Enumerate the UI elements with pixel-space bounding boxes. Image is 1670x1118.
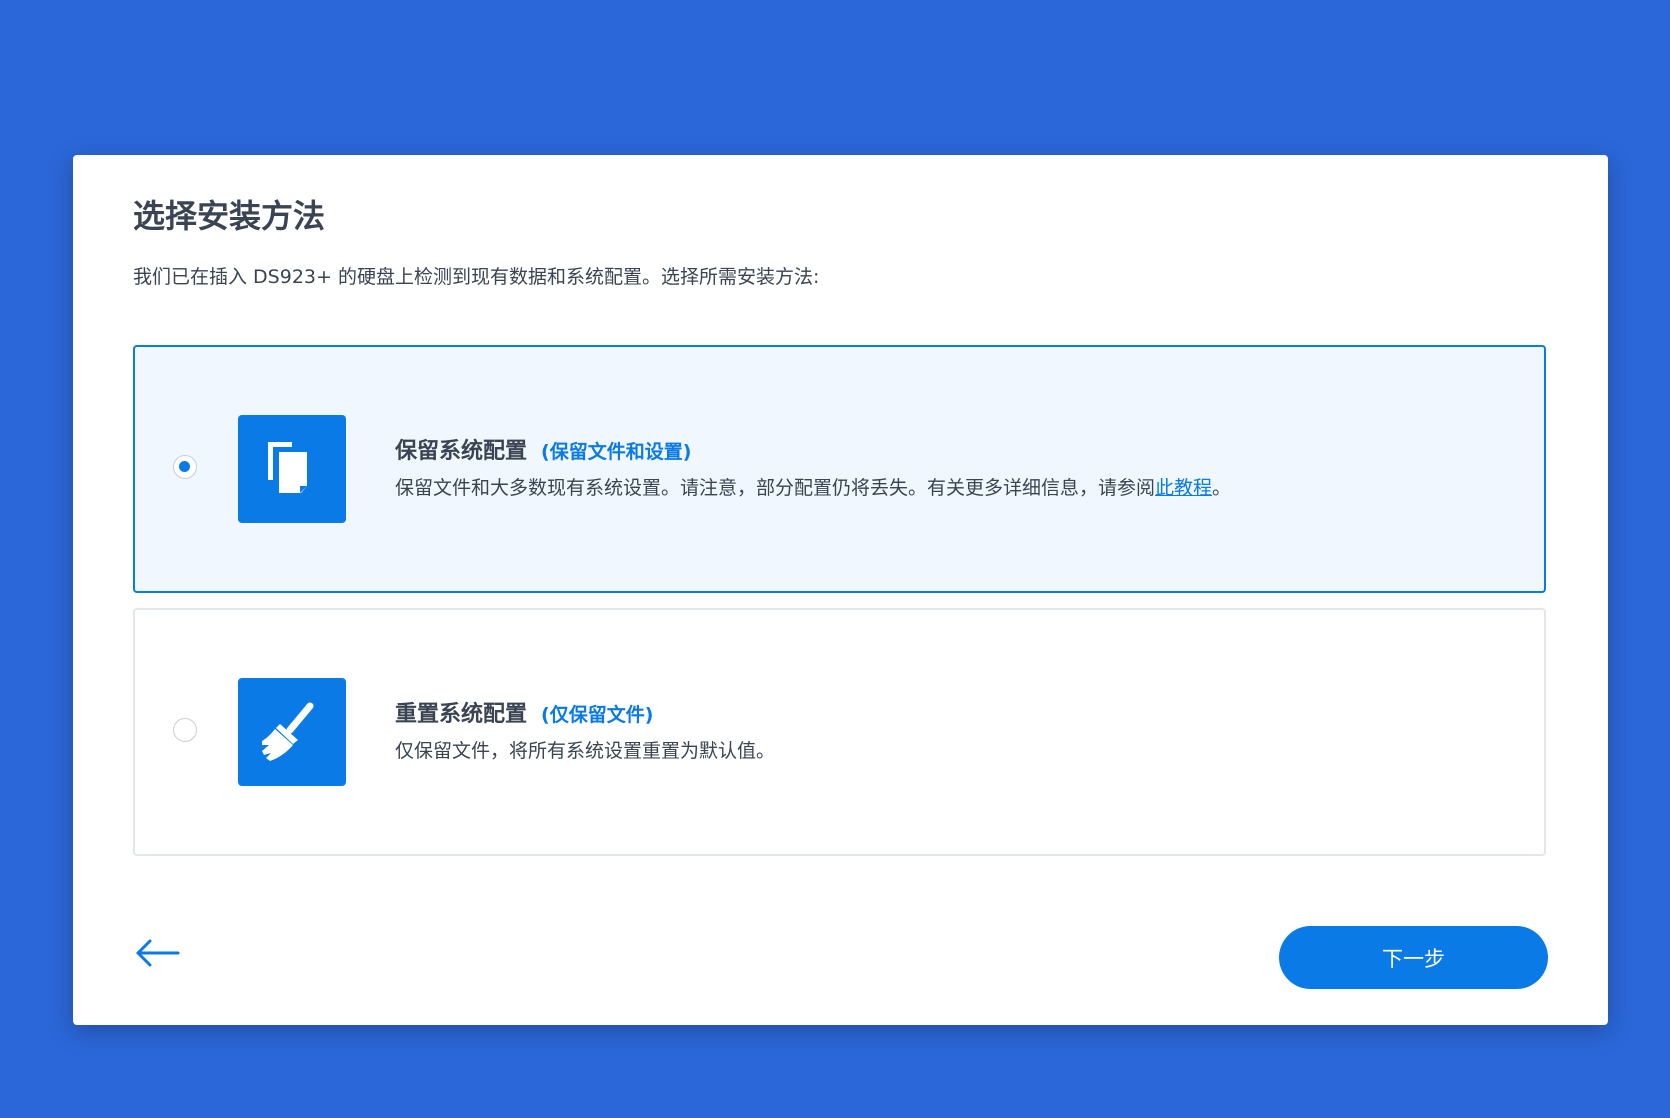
option-tag: (保留文件和设置): [541, 441, 692, 463]
install-method-dialog: 选择安装方法 我们已在插入 DS923+ 的硬盘上检测到现有数据和系统配置。选择…: [73, 155, 1608, 1025]
back-button[interactable]: [133, 935, 183, 971]
arrow-left-icon: [136, 939, 180, 967]
option-reset-config-text: 重置系统配置 (仅保留文件) 仅保留文件，将所有系统设置重置为默认值。: [395, 701, 1514, 764]
option-reset-config[interactable]: 重置系统配置 (仅保留文件) 仅保留文件，将所有系统设置重置为默认值。: [133, 608, 1546, 856]
page-title: 选择安装方法: [133, 197, 326, 235]
radio-keep-config[interactable]: [173, 455, 197, 479]
page-subtitle: 我们已在插入 DS923+ 的硬盘上检测到现有数据和系统配置。选择所需安装方法:: [133, 266, 820, 288]
radio-reset-config[interactable]: [173, 718, 197, 742]
option-keep-config-text: 保留系统配置 (保留文件和设置) 保留文件和大多数现有系统设置。请注意，部分配置仍…: [395, 438, 1514, 501]
option-title-text: 重置系统配置: [395, 702, 528, 727]
broom-icon: [238, 678, 346, 786]
option-description: 保留文件和大多数现有系统设置。请注意，部分配置仍将丢失。有关更多详细信息，请参阅…: [395, 475, 1514, 502]
option-desc-suffix: 。: [1212, 476, 1232, 499]
option-title: 重置系统配置 (仅保留文件): [395, 701, 1514, 730]
option-description: 仅保留文件，将所有系统设置重置为默认值。: [395, 739, 776, 762]
tutorial-link[interactable]: 此教程: [1155, 477, 1212, 499]
copy-files-icon: [238, 415, 346, 523]
option-title: 保留系统配置 (保留文件和设置): [395, 438, 1514, 467]
option-keep-config[interactable]: 保留系统配置 (保留文件和设置) 保留文件和大多数现有系统设置。请注意，部分配置仍…: [133, 345, 1546, 593]
option-tag: (仅保留文件): [541, 704, 654, 726]
option-desc-text: 保留文件和大多数现有系统设置。请注意，部分配置仍将丢失。有关更多详细信息，请参阅: [395, 476, 1156, 499]
option-title-text: 保留系统配置: [395, 439, 528, 464]
next-button[interactable]: 下一步: [1279, 926, 1548, 989]
